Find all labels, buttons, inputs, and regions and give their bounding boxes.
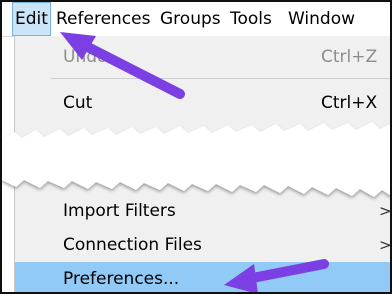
- screenshot-frame: Edit References Groups Tools Window Undo…: [0, 0, 392, 294]
- torn-edge-cut: [2, 122, 390, 197]
